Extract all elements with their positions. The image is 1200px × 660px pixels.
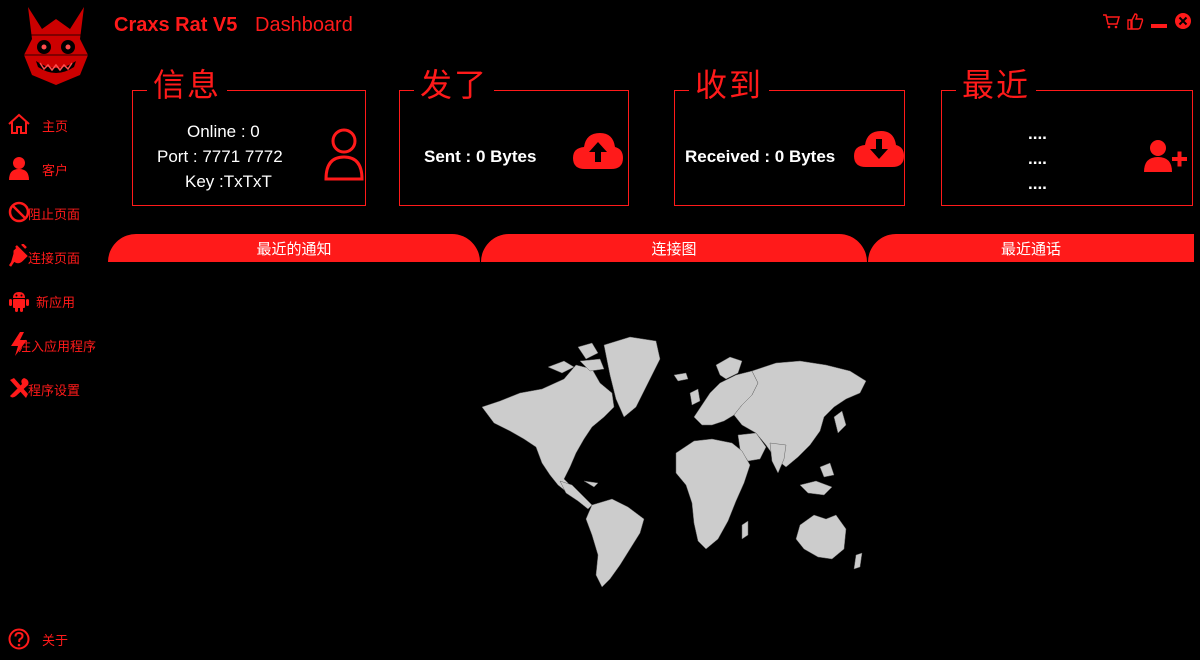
sidebar-item-label: 客户	[42, 164, 69, 179]
sent-bytes: Sent : 0 Bytes	[424, 147, 537, 166]
about-label: 关于	[42, 634, 69, 649]
sidebar-item-about[interactable]: 关于	[0, 624, 108, 654]
recent-line: ....	[1028, 174, 1047, 193]
recent-line: ....	[1028, 124, 1047, 143]
page-title: Dashboard	[255, 14, 353, 36]
user-icon	[9, 157, 29, 180]
world-map	[481, 336, 867, 588]
sidebar-item-settings[interactable]: 程序设置	[0, 372, 108, 416]
tools-icon	[10, 378, 29, 398]
user-outline-icon	[324, 128, 364, 181]
sidebar-item-clients[interactable]: 客户	[0, 152, 108, 196]
sidebar-item-home[interactable]: 主页	[0, 108, 108, 152]
sent-card: 发了 Sent : 0 Bytes	[399, 65, 629, 206]
sidebar-item-label: 主页	[42, 120, 69, 135]
online-count: Online : 0	[187, 122, 260, 141]
sidebar-item-new-app[interactable]: 新应用	[0, 284, 108, 328]
sidebar-item-label: 新应用	[36, 296, 76, 311]
info-card: 信息 Online : 0 Port : 7771 7772 Key :TxTx…	[132, 65, 366, 206]
window-controls	[1102, 12, 1192, 30]
cart-icon[interactable]	[1102, 12, 1120, 30]
tab-bar: 最近的通知 连接图 最近通话	[108, 234, 1194, 262]
tab-connection-map[interactable]: 连接图	[481, 234, 867, 262]
recent-card-title: 最近	[956, 65, 1037, 105]
sidebar-item-label: 注入应用程序	[18, 340, 97, 355]
android-icon	[9, 292, 29, 312]
thumbs-up-icon[interactable]	[1126, 12, 1144, 30]
info-card-title: 信息	[147, 65, 228, 105]
tab-recent-calls[interactable]: 最近通话	[868, 234, 1194, 262]
app-title: Craxs Rat V5	[114, 14, 238, 36]
received-card: 收到 Received : 0 Bytes	[674, 65, 905, 206]
cloud-upload-icon	[573, 133, 623, 169]
sidebar-item-label: 程序设置	[28, 384, 81, 399]
recent-line: ....	[1028, 149, 1047, 168]
sidebar: 主页 客户 阻止页面 连接页面 新应用 注入应用程序 程序设置	[0, 108, 108, 416]
block-icon	[8, 201, 30, 223]
logo-icon	[20, 7, 92, 85]
received-card-title: 收到	[689, 65, 770, 105]
sidebar-item-label: 阻止页面	[28, 208, 81, 223]
sidebar-item-block-page[interactable]: 阻止页面	[0, 196, 108, 240]
sidebar-item-inject-app[interactable]: 注入应用程序	[0, 328, 108, 372]
home-icon	[8, 113, 30, 134]
plug-icon	[8, 244, 28, 267]
received-bytes: Received : 0 Bytes	[685, 147, 836, 166]
close-icon[interactable]	[1174, 12, 1192, 30]
minimize-icon[interactable]	[1150, 12, 1168, 30]
key-value: Key :TxTxT	[185, 172, 272, 191]
help-icon	[8, 628, 30, 650]
port-value: Port : 7771 7772	[157, 147, 283, 166]
user-add-icon	[1144, 140, 1187, 172]
cloud-download-icon	[854, 131, 904, 167]
tab-recent-notifications[interactable]: 最近的通知	[108, 234, 480, 262]
sidebar-item-connect-page[interactable]: 连接页面	[0, 240, 108, 284]
sidebar-item-label: 连接页面	[28, 252, 81, 267]
sent-card-title: 发了	[414, 65, 495, 105]
recent-card: 最近 .... .... ....	[941, 65, 1193, 206]
